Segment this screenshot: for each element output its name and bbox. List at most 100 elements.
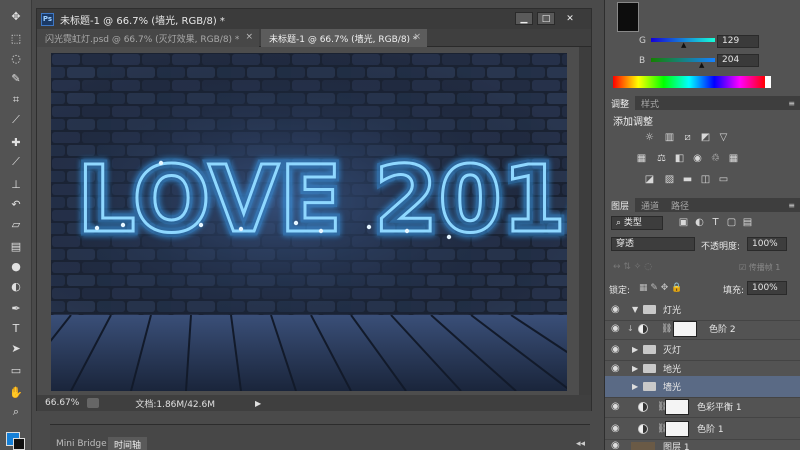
b-slider-thumb-icon[interactable]: ▲: [699, 61, 704, 69]
close-tab-icon[interactable]: ×: [413, 32, 421, 42]
filter-adjustment-icon[interactable]: ◐: [693, 217, 706, 228]
zoom-tool-icon[interactable]: ⌕: [8, 404, 24, 420]
layer-mask-thumbnail[interactable]: [673, 320, 697, 337]
visibility-eye-icon[interactable]: ◉: [611, 363, 623, 374]
type-tool-icon[interactable]: T: [8, 320, 24, 336]
layer-mask-thumbnail[interactable]: [665, 398, 689, 415]
panel-menu-icon[interactable]: ≡: [788, 201, 795, 210]
brightness-icon[interactable]: ☼: [643, 132, 656, 143]
tab-timeline[interactable]: 时间轴: [108, 437, 148, 450]
filter-smart-object-icon[interactable]: ▤: [741, 217, 754, 228]
color-lookup-icon[interactable]: ▦: [727, 153, 740, 164]
tab-paths[interactable]: 路径: [665, 198, 695, 212]
visibility-eye-icon[interactable]: ◉: [611, 423, 623, 434]
color-spectrum-bar[interactable]: [613, 76, 765, 88]
exposure-icon[interactable]: ◩: [699, 132, 712, 143]
status-menu-arrow-icon[interactable]: ▶: [255, 399, 261, 408]
tab-channels[interactable]: 通道: [635, 198, 665, 212]
filter-shape-icon[interactable]: ▢: [725, 217, 738, 228]
status-options-icon[interactable]: [87, 398, 100, 408]
photo-filter-icon[interactable]: ◉: [691, 153, 704, 164]
visibility-eye-icon[interactable]: ◉: [611, 401, 623, 412]
propagate-frame-checkbox[interactable]: ☑ 传播帧 1: [739, 262, 780, 273]
collapse-panel-icon[interactable]: ◂◂: [570, 437, 591, 450]
tab-layers[interactable]: 图层: [605, 198, 636, 212]
zoom-level[interactable]: 66.67%: [45, 398, 79, 408]
minimize-button[interactable]: ▁: [515, 12, 533, 25]
blur-tool-icon[interactable]: ●: [8, 258, 24, 274]
close-tab-icon[interactable]: ×: [245, 32, 253, 42]
visibility-eye-icon[interactable]: ◉: [611, 323, 623, 334]
visibility-eye-icon[interactable]: ◉: [611, 440, 623, 450]
maximize-button[interactable]: □: [537, 12, 555, 25]
levels-icon[interactable]: ▥: [663, 132, 676, 143]
pixel-layer-row[interactable]: ◉ 图层 1: [605, 440, 800, 450]
curves-icon[interactable]: ⧄: [681, 132, 694, 143]
close-button[interactable]: ✕: [561, 12, 579, 25]
g-value-field[interactable]: 129: [717, 35, 759, 48]
g-slider-thumb-icon[interactable]: ▲: [681, 41, 686, 49]
layer-filter-dropdown[interactable]: ⌕ 类型: [611, 216, 663, 230]
b-value-field[interactable]: 204: [717, 54, 759, 67]
tab-adjustments[interactable]: 调整: [605, 96, 636, 110]
eyedropper-tool-icon[interactable]: ⟋: [8, 112, 24, 128]
expand-arrow-icon[interactable]: ▶: [632, 364, 638, 373]
eraser-tool-icon[interactable]: ▱: [8, 216, 24, 232]
expand-arrow-icon[interactable]: ▶: [632, 345, 638, 354]
brush-tool-icon[interactable]: ⟋: [8, 154, 24, 170]
adjustment-layer-row[interactable]: ◉ ↓ ⛓ 色阶 2: [605, 318, 800, 340]
lasso-tool-icon[interactable]: ◌: [8, 50, 24, 66]
background-color-swatch[interactable]: [13, 438, 25, 450]
filter-type-icon[interactable]: T: [709, 217, 722, 228]
healing-brush-tool-icon[interactable]: ✚: [8, 134, 24, 150]
tab-untitled-1[interactable]: 未标题-1 @ 66.7% (墙光, RGB/8) * ×: [261, 29, 427, 47]
filter-pixel-icon[interactable]: ▣: [677, 217, 690, 228]
history-brush-tool-icon[interactable]: ↶: [8, 196, 24, 212]
tab-styles[interactable]: 样式: [635, 96, 665, 110]
crop-tool-icon[interactable]: ⌗: [8, 92, 24, 108]
lock-options-icon[interactable]: ▦ ✎ ✥ 🔒: [639, 283, 682, 293]
move-tool-icon[interactable]: ✥: [8, 8, 24, 24]
rectangle-tool-icon[interactable]: ▭: [8, 362, 24, 378]
current-color-preview[interactable]: [617, 2, 639, 32]
channel-mixer-icon[interactable]: ♲: [709, 153, 722, 164]
hue-saturation-icon[interactable]: ▦: [635, 153, 648, 164]
layer-thumbnail[interactable]: [631, 442, 655, 450]
quick-select-tool-icon[interactable]: ✎: [8, 70, 24, 86]
visibility-eye-icon[interactable]: ◉: [611, 304, 623, 315]
hand-tool-icon[interactable]: ✋: [8, 384, 24, 400]
threshold-icon[interactable]: ▬: [681, 174, 694, 185]
tab-neon-psd[interactable]: 闪光霓虹灯.psd @ 66.7% (灭灯效果, RGB/8) * ×: [37, 29, 259, 47]
selective-color-icon[interactable]: ◫: [699, 174, 712, 185]
fill-field[interactable]: 100%: [747, 281, 787, 295]
document-titlebar[interactable]: Ps 未标题-1 @ 66.7% (墙光, RGB/8) * ▁ □ ✕: [37, 9, 591, 29]
color-balance-icon[interactable]: ⚖: [655, 153, 668, 164]
black-white-icon[interactable]: ◧: [673, 153, 686, 164]
marquee-tool-icon[interactable]: ⬚: [8, 30, 24, 46]
tab-mini-bridge[interactable]: Mini Bridge: [50, 437, 113, 450]
layer-group-row-selected[interactable]: ◉ ▶ 墙光: [605, 376, 800, 398]
panel-menu-icon[interactable]: ≡: [788, 99, 795, 108]
adjustment-layer-row[interactable]: ◉ ⛓ 色彩平衡 1: [605, 396, 800, 418]
opacity-field[interactable]: 100%: [747, 237, 787, 251]
path-select-tool-icon[interactable]: ➤: [8, 340, 24, 356]
white-swatch[interactable]: [765, 76, 771, 88]
expand-arrow-icon[interactable]: ▼: [632, 305, 638, 314]
pen-tool-icon[interactable]: ✒: [8, 300, 24, 316]
layer-mask-thumbnail[interactable]: [665, 420, 689, 437]
visibility-eye-icon[interactable]: ◉: [611, 344, 623, 355]
canvas-artwork[interactable]: LOVE 2015 LOVE 2015: [51, 53, 567, 391]
b-slider[interactable]: [651, 58, 715, 62]
blend-mode-dropdown[interactable]: 穿透: [611, 237, 695, 251]
adjustment-layer-row[interactable]: ◉ ⛓ 色阶 1: [605, 418, 800, 440]
dodge-tool-icon[interactable]: ◐: [8, 278, 24, 294]
clone-stamp-tool-icon[interactable]: ⊥: [8, 176, 24, 192]
posterize-icon[interactable]: ▨: [663, 174, 676, 185]
gradient-tool-icon[interactable]: ▤: [8, 238, 24, 254]
visibility-eye-icon[interactable]: ◉: [611, 381, 623, 392]
gradient-map-icon[interactable]: ▭: [717, 174, 730, 185]
invert-icon[interactable]: ◪: [643, 174, 656, 185]
expand-arrow-icon[interactable]: ▶: [632, 382, 638, 391]
vibrance-icon[interactable]: ▽: [717, 132, 730, 143]
vertical-scrollbar[interactable]: [579, 47, 591, 395]
